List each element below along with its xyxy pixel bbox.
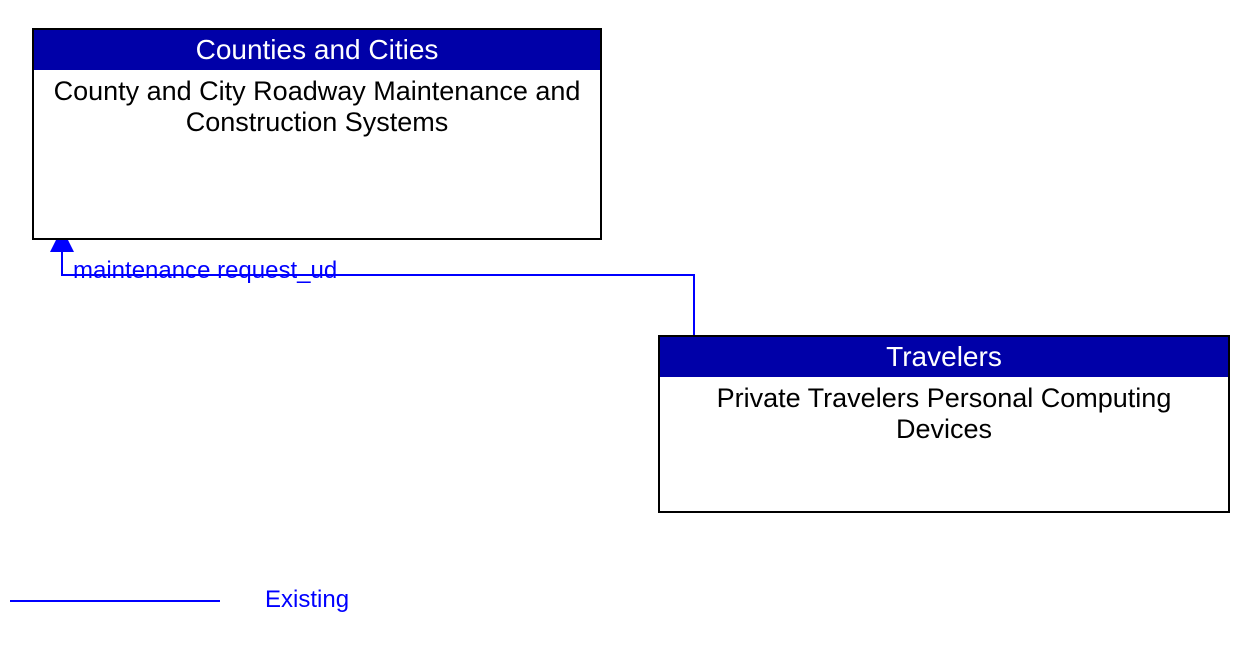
entity-box-counties-and-cities: Counties and Cities County and City Road… bbox=[32, 28, 602, 240]
entity-box-travelers: Travelers Private Travelers Personal Com… bbox=[658, 335, 1230, 513]
entity-body-travelers: Private Travelers Personal Computing Dev… bbox=[660, 377, 1228, 451]
flow-label-maintenance-request: maintenance request_ud bbox=[73, 257, 337, 285]
legend-line-existing bbox=[10, 600, 220, 602]
entity-header-travelers: Travelers bbox=[660, 337, 1228, 377]
legend-label-existing: Existing bbox=[265, 586, 349, 614]
entity-header-counties-and-cities: Counties and Cities bbox=[34, 30, 600, 70]
entity-body-counties-and-cities: County and City Roadway Maintenance and … bbox=[34, 70, 600, 144]
